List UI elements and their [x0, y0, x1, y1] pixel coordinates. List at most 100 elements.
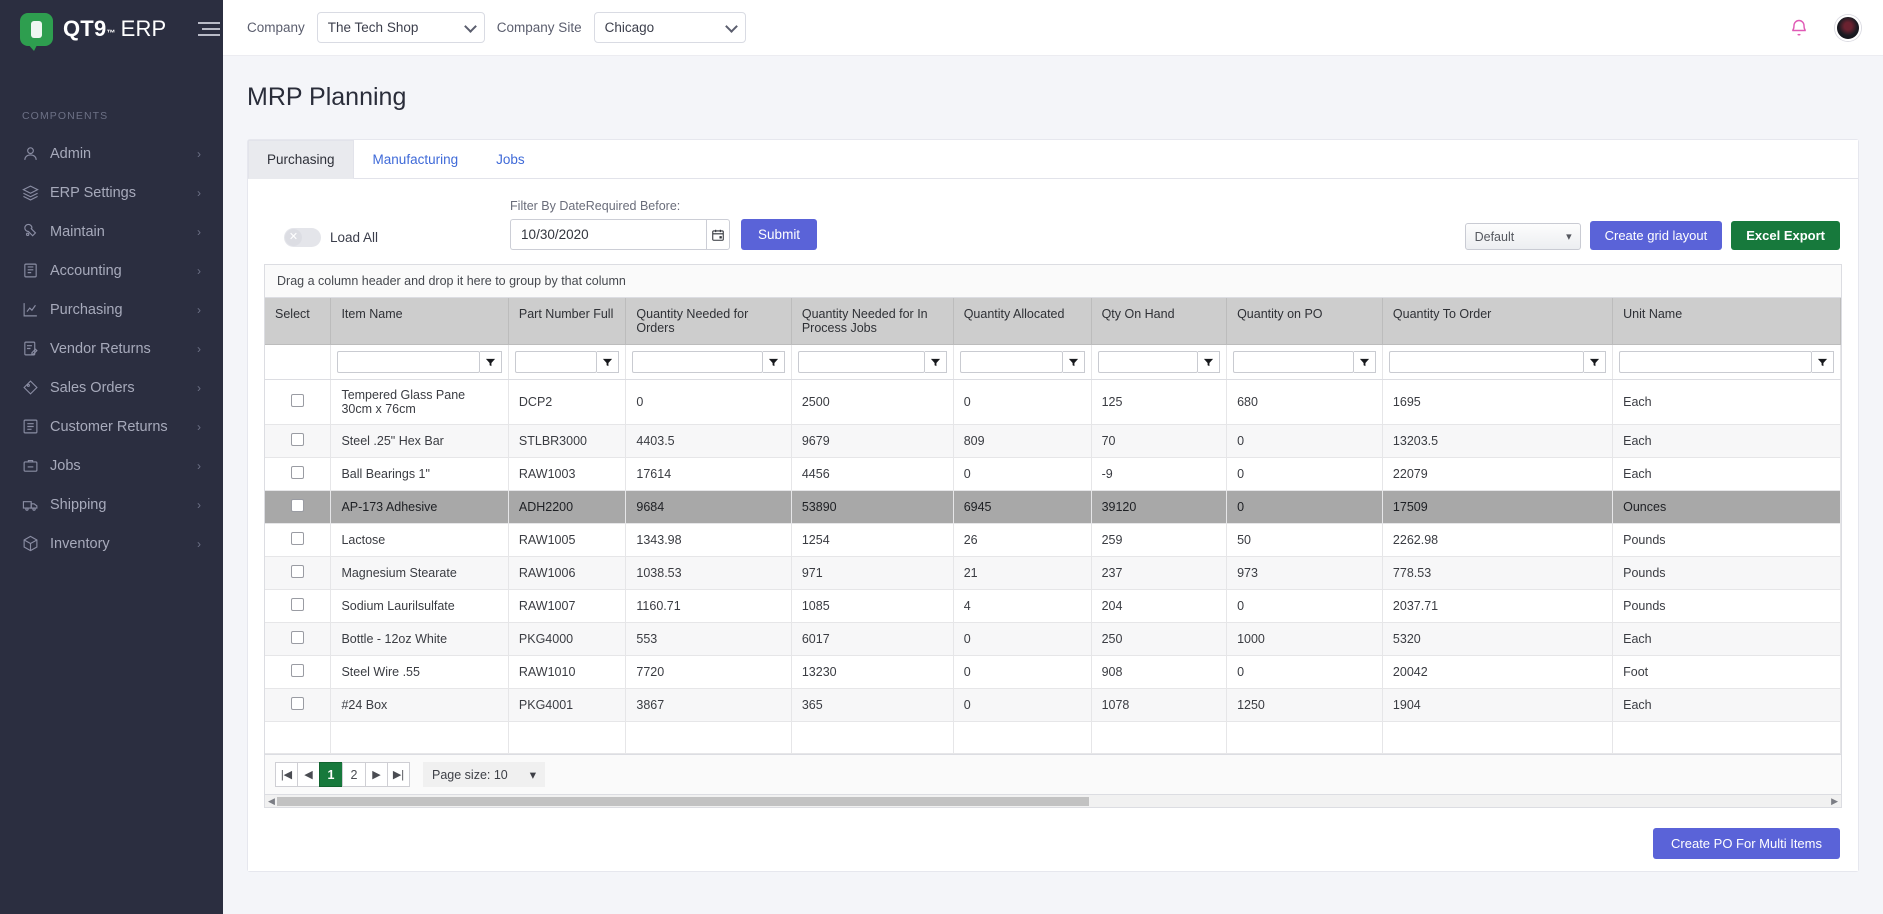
funnel-icon[interactable]: [925, 351, 947, 373]
row-select-checkbox[interactable]: [291, 499, 304, 512]
company-select[interactable]: The Tech Shop: [317, 12, 485, 43]
row-select-checkbox[interactable]: [291, 697, 304, 710]
col-select[interactable]: Select: [265, 298, 331, 345]
footer-actions: Create PO For Multi Items: [264, 808, 1842, 859]
funnel-icon[interactable]: [480, 351, 502, 373]
table-row[interactable]: Bottle - 12oz WhitePKG400055360170250100…: [265, 623, 1841, 656]
load-all-toggle[interactable]: ✕: [284, 228, 321, 247]
page-first-button[interactable]: |◀: [275, 762, 298, 787]
sidebar-item-accounting[interactable]: Accounting ›: [0, 251, 223, 290]
notifications-bell-icon[interactable]: [1789, 17, 1809, 39]
sidebar-item-erp-settings[interactable]: ERP Settings ›: [0, 173, 223, 212]
cell-qty-needed-orders: 9684: [626, 491, 791, 524]
sidebar-item-admin[interactable]: Admin ›: [0, 134, 223, 173]
funnel-icon[interactable]: [1354, 351, 1376, 373]
filter-input-part-number[interactable]: [515, 351, 598, 373]
page-size-select[interactable]: Page size: 10 ▾: [423, 762, 545, 787]
sidebar-item-sales-orders[interactable]: Sales Orders ›: [0, 368, 223, 407]
calendar-icon[interactable]: [706, 219, 730, 250]
col-qty-to-order[interactable]: Quantity To Order: [1382, 298, 1612, 345]
tab-purchasing[interactable]: Purchasing: [248, 140, 354, 179]
sidebar-item-jobs[interactable]: Jobs ›: [0, 446, 223, 485]
excel-export-button[interactable]: Excel Export: [1731, 221, 1840, 250]
table-row[interactable]: #24 BoxPKG400138673650107812501904Each: [265, 689, 1841, 722]
cell-qty-on-hand: 237: [1091, 557, 1226, 590]
filter-input-qty-on-po[interactable]: [1233, 351, 1354, 373]
col-qty-on-hand[interactable]: Qty On Hand: [1091, 298, 1226, 345]
tab-jobs[interactable]: Jobs: [477, 140, 544, 179]
grid-layout-select[interactable]: Default: [1465, 223, 1581, 250]
table-row[interactable]: Magnesium StearateRAW10061038.5397121237…: [265, 557, 1841, 590]
row-select-checkbox[interactable]: [291, 466, 304, 479]
funnel-icon[interactable]: [1198, 351, 1220, 373]
filter-input-qty-to-order[interactable]: [1389, 351, 1584, 373]
page-button-2[interactable]: 2: [342, 762, 366, 787]
row-select-checkbox[interactable]: [291, 565, 304, 578]
create-po-multi-items-button[interactable]: Create PO For Multi Items: [1653, 828, 1840, 859]
col-unit-name[interactable]: Unit Name: [1613, 298, 1841, 345]
user-avatar[interactable]: [1835, 15, 1861, 41]
filter-input-qty-needed-jobs[interactable]: [798, 351, 925, 373]
page-last-button[interactable]: ▶|: [387, 762, 410, 787]
sidebar-item-label: Jobs: [50, 458, 197, 474]
row-select-checkbox[interactable]: [291, 394, 304, 407]
row-select-checkbox[interactable]: [291, 532, 304, 545]
sidebar-item-inventory[interactable]: Inventory ›: [0, 524, 223, 563]
submit-button[interactable]: Submit: [741, 219, 817, 250]
toggle-knob-close-icon: ✕: [285, 229, 302, 246]
horizontal-scrollbar[interactable]: ◀ ▶: [265, 794, 1841, 807]
brand-logo-area[interactable]: QT9™ERP: [0, 0, 223, 58]
create-grid-layout-button[interactable]: Create grid layout: [1590, 221, 1723, 250]
table-row[interactable]: Ball Bearings 1"RAW10031761444560-902207…: [265, 458, 1841, 491]
table-head: Select Item Name Part Number Full Quanti…: [265, 298, 1841, 380]
filter-input-qty-needed-orders[interactable]: [632, 351, 762, 373]
page-next-button[interactable]: ▶: [365, 762, 388, 787]
sidebar-item-maintain[interactable]: Maintain ›: [0, 212, 223, 251]
col-part-number-full[interactable]: Part Number Full: [508, 298, 626, 345]
funnel-icon[interactable]: [1812, 351, 1834, 373]
sidebar-item-shipping[interactable]: Shipping ›: [0, 485, 223, 524]
table-row[interactable]: Tempered Glass Pane 30cm x 76cmDCP202500…: [265, 380, 1841, 425]
page-prev-button[interactable]: ◀: [297, 762, 320, 787]
filter-input-unit-name[interactable]: [1619, 351, 1812, 373]
page-button-1[interactable]: 1: [319, 762, 343, 787]
cell-qty-on-hand: 125: [1091, 380, 1226, 425]
cell-unit-name: Each: [1613, 623, 1841, 656]
table-row[interactable]: LactoseRAW10051343.98125426259502262.98P…: [265, 524, 1841, 557]
scroll-right-icon[interactable]: ▶: [1831, 796, 1838, 807]
col-qty-on-po[interactable]: Quantity on PO: [1227, 298, 1383, 345]
row-select-checkbox[interactable]: [291, 598, 304, 611]
filter-input-qty-allocated[interactable]: [960, 351, 1063, 373]
main-area: Company The Tech Shop Company Site Chica…: [223, 0, 1883, 914]
filter-cell-unit-name: [1613, 345, 1841, 380]
table-row[interactable]: Steel Wire .55RAW10107720132300908020042…: [265, 656, 1841, 689]
scrollbar-thumb[interactable]: [277, 797, 1089, 806]
sidebar-item-customer-returns[interactable]: Customer Returns ›: [0, 407, 223, 446]
row-select-checkbox[interactable]: [291, 631, 304, 644]
date-required-input[interactable]: [510, 219, 706, 250]
scroll-left-icon[interactable]: ◀: [268, 796, 275, 807]
sidebar-item-vendor-returns[interactable]: Vendor Returns ›: [0, 329, 223, 368]
empty-cell: [508, 722, 626, 754]
funnel-icon[interactable]: [763, 351, 785, 373]
table-row[interactable]: Sodium LaurilsulfateRAW10071160.71108542…: [265, 590, 1841, 623]
row-select-checkbox[interactable]: [291, 433, 304, 446]
group-by-dropzone[interactable]: Drag a column header and drop it here to…: [265, 265, 1841, 298]
company-site-select[interactable]: Chicago: [594, 12, 746, 43]
row-select-checkbox[interactable]: [291, 664, 304, 677]
filter-input-item-name[interactable]: [337, 351, 479, 373]
col-qty-needed-orders[interactable]: Quantity Needed for Orders: [626, 298, 791, 345]
sidebar-item-purchasing[interactable]: Purchasing ›: [0, 290, 223, 329]
funnel-icon[interactable]: [597, 351, 619, 373]
funnel-icon[interactable]: [1584, 351, 1606, 373]
cell-item-name: Sodium Laurilsulfate: [331, 590, 508, 623]
tab-manufacturing[interactable]: Manufacturing: [354, 140, 478, 179]
table-row[interactable]: Steel .25" Hex BarSTLBR30004403.59679809…: [265, 425, 1841, 458]
menu-toggle-icon[interactable]: [198, 22, 220, 36]
col-qty-allocated[interactable]: Quantity Allocated: [953, 298, 1091, 345]
col-item-name[interactable]: Item Name: [331, 298, 508, 345]
filter-input-qty-on-hand[interactable]: [1098, 351, 1198, 373]
col-qty-needed-in-process-jobs[interactable]: Quantity Needed for In Process Jobs: [791, 298, 953, 345]
table-row[interactable]: AP-173 AdhesiveADH2200968453890694539120…: [265, 491, 1841, 524]
funnel-icon[interactable]: [1063, 351, 1085, 373]
